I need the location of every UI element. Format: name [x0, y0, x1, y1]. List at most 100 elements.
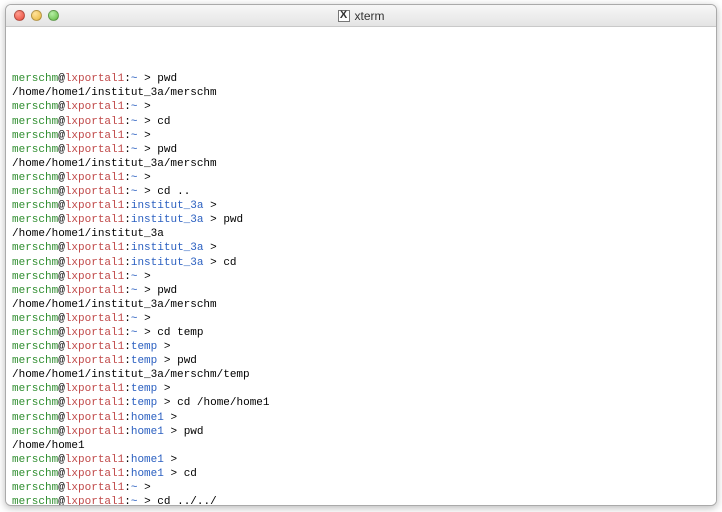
prompt-gt: >: [144, 186, 151, 198]
prompt-host: lxportal1: [65, 242, 124, 254]
prompt-command: pwd: [177, 355, 197, 367]
prompt-path: home1: [131, 412, 164, 424]
resize-handle-icon[interactable]: [700, 489, 714, 503]
output-text: /home/home1/institut_3a/merschm: [12, 299, 217, 311]
prompt-command: cd ..: [157, 186, 190, 198]
prompt-user: merschm: [12, 426, 58, 438]
prompt-at: @: [58, 101, 65, 113]
prompt-command: cd temp: [157, 327, 203, 339]
output-text: /home/home1/institut_3a/merschm: [12, 87, 217, 99]
prompt-gt: >: [170, 426, 177, 438]
prompt-host: lxportal1: [65, 257, 124, 269]
prompt-command: pwd: [157, 144, 177, 156]
prompt-colon: :: [124, 144, 131, 156]
prompt-path: ~: [131, 73, 138, 85]
prompt-at: @: [58, 257, 65, 269]
prompt-path: ~: [131, 327, 138, 339]
prompt-user: merschm: [12, 412, 58, 424]
prompt-colon: :: [124, 257, 131, 269]
prompt-colon: :: [124, 313, 131, 325]
prompt-at: @: [58, 412, 65, 424]
terminal-prompt-line: merschm@lxportal1:institut_3a >: [12, 241, 710, 255]
prompt-at: @: [58, 144, 65, 156]
terminal-area[interactable]: merschm@lxportal1:~ > pwd/home/home1/ins…: [6, 27, 716, 505]
prompt-host: lxportal1: [65, 271, 124, 283]
prompt-path: ~: [131, 130, 138, 142]
prompt-path: institut_3a: [131, 200, 204, 212]
prompt-gt: >: [144, 172, 151, 184]
prompt-colon: :: [124, 285, 131, 297]
prompt-command: pwd: [157, 285, 177, 297]
titlebar: X xterm: [6, 5, 716, 27]
prompt-colon: :: [124, 341, 131, 353]
terminal-prompt-line: merschm@lxportal1:~ > pwd: [12, 72, 710, 86]
output-text: /home/home1/institut_3a/merschm/temp: [12, 369, 250, 381]
prompt-host: lxportal1: [65, 101, 124, 113]
terminal-prompt-line: merschm@lxportal1:temp >: [12, 382, 710, 396]
prompt-colon: :: [124, 214, 131, 226]
prompt-colon: :: [124, 172, 131, 184]
prompt-gt: >: [144, 101, 151, 113]
prompt-gt: >: [144, 285, 151, 297]
terminal-prompt-line: merschm@lxportal1:temp >: [12, 340, 710, 354]
prompt-user: merschm: [12, 341, 58, 353]
prompt-user: merschm: [12, 355, 58, 367]
prompt-path: ~: [131, 101, 138, 113]
prompt-path: home1: [131, 468, 164, 480]
prompt-path: ~: [131, 313, 138, 325]
prompt-gt: >: [164, 341, 171, 353]
prompt-host: lxportal1: [65, 397, 124, 409]
prompt-command: cd: [157, 116, 170, 128]
prompt-colon: :: [124, 186, 131, 198]
prompt-command: pwd: [157, 73, 177, 85]
prompt-gt: >: [144, 73, 151, 85]
prompt-host: lxportal1: [65, 355, 124, 367]
prompt-path: institut_3a: [131, 214, 204, 226]
prompt-user: merschm: [12, 285, 58, 297]
terminal-output-line: /home/home1/institut_3a: [12, 227, 710, 241]
terminal-prompt-line: merschm@lxportal1:institut_3a >: [12, 199, 710, 213]
minimize-icon[interactable]: [31, 10, 42, 21]
prompt-host: lxportal1: [65, 327, 124, 339]
terminal-prompt-line: merschm@lxportal1:~ > cd ../../: [12, 495, 710, 505]
prompt-gt: >: [144, 482, 151, 494]
window-title-text: xterm: [355, 9, 385, 23]
prompt-gt: >: [164, 355, 171, 367]
prompt-host: lxportal1: [65, 468, 124, 480]
window-controls: [14, 10, 59, 21]
prompt-at: @: [58, 468, 65, 480]
prompt-host: lxportal1: [65, 496, 124, 505]
prompt-host: lxportal1: [65, 116, 124, 128]
prompt-path: temp: [131, 383, 157, 395]
output-text: /home/home1/institut_3a: [12, 228, 164, 240]
prompt-at: @: [58, 130, 65, 142]
prompt-colon: :: [124, 355, 131, 367]
prompt-at: @: [58, 200, 65, 212]
terminal-output-line: /home/home1/institut_3a/merschm: [12, 86, 710, 100]
terminal-prompt-line: merschm@lxportal1:~ >: [12, 270, 710, 284]
close-icon[interactable]: [14, 10, 25, 21]
prompt-user: merschm: [12, 327, 58, 339]
prompt-at: @: [58, 285, 65, 297]
prompt-host: lxportal1: [65, 341, 124, 353]
prompt-user: merschm: [12, 242, 58, 254]
terminal-prompt-line: merschm@lxportal1:home1 >: [12, 453, 710, 467]
zoom-icon[interactable]: [48, 10, 59, 21]
terminal-output-line: /home/home1/institut_3a/merschm/temp: [12, 368, 710, 382]
terminal-prompt-line: merschm@lxportal1:~ > pwd: [12, 284, 710, 298]
output-text: /home/home1: [12, 440, 85, 452]
prompt-user: merschm: [12, 383, 58, 395]
prompt-gt: >: [144, 130, 151, 142]
prompt-host: lxportal1: [65, 172, 124, 184]
terminal-prompt-line: merschm@lxportal1:~ > cd ..: [12, 185, 710, 199]
prompt-gt: >: [170, 454, 177, 466]
prompt-colon: :: [124, 397, 131, 409]
prompt-path: ~: [131, 116, 138, 128]
prompt-user: merschm: [12, 496, 58, 505]
prompt-path: ~: [131, 482, 138, 494]
prompt-gt: >: [210, 242, 217, 254]
prompt-gt: >: [144, 327, 151, 339]
terminal-prompt-line: merschm@lxportal1:home1 > pwd: [12, 425, 710, 439]
prompt-path: temp: [131, 341, 157, 353]
xterm-window: X xterm merschm@lxportal1:~ > pwd/home/h…: [5, 4, 717, 506]
